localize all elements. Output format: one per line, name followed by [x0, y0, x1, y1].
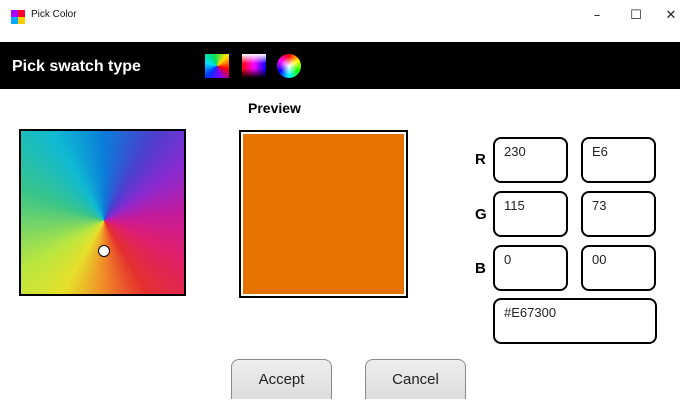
app-icon [11, 10, 25, 24]
blue-channel-label: B [475, 260, 486, 277]
accept-button[interactable]: Accept [231, 359, 332, 399]
blue-hex-input[interactable]: 00 [581, 245, 656, 291]
blue-decimal-input[interactable]: 0 [493, 245, 568, 291]
preview-label: Preview [248, 100, 301, 116]
swatch-type-bar: Pick swatch type [0, 42, 680, 89]
green-decimal-input[interactable]: 115 [493, 191, 568, 237]
color-wheel-swatch-icon[interactable] [277, 54, 301, 78]
preview-swatch [239, 130, 408, 298]
gradient-swatch-icon[interactable] [242, 54, 266, 78]
green-channel-label: G [475, 206, 487, 223]
color-picker-area[interactable] [19, 129, 186, 296]
title-bar: Pick Color – ☐ ✕ [0, 0, 680, 34]
red-hex-input[interactable]: E6 [581, 137, 656, 183]
swatch-type-label: Pick swatch type [12, 58, 141, 75]
close-button[interactable]: ✕ [658, 6, 680, 26]
red-channel-label: R [475, 151, 486, 168]
window-title: Pick Color [31, 9, 77, 20]
green-hex-input[interactable]: 73 [581, 191, 656, 237]
minimize-button[interactable]: – [584, 6, 610, 26]
maximize-button[interactable]: ☐ [623, 6, 649, 26]
hex-color-input[interactable]: #E67300 [493, 298, 657, 344]
hue-square-swatch-icon[interactable] [205, 54, 229, 78]
preview-color-fill [243, 134, 404, 294]
color-picker-cursor[interactable] [98, 245, 110, 257]
red-decimal-input[interactable]: 230 [493, 137, 568, 183]
cancel-button[interactable]: Cancel [365, 359, 466, 399]
